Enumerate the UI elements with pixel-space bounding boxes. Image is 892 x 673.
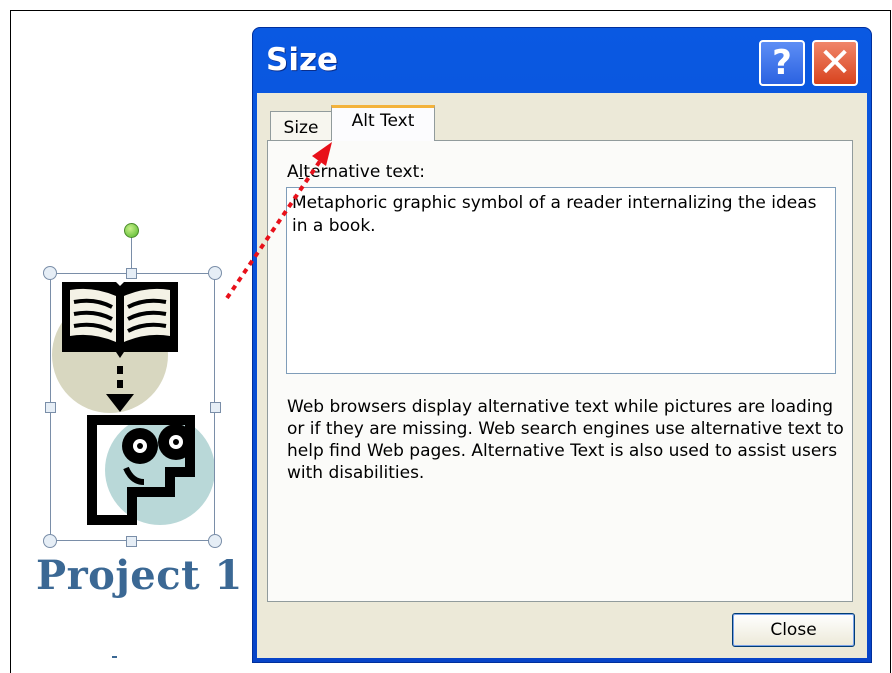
close-button[interactable]: Close bbox=[732, 613, 855, 647]
label-first-letter: A bbox=[287, 162, 299, 182]
resize-handle-bottom-right[interactable] bbox=[208, 534, 222, 548]
close-icon[interactable]: ✕ bbox=[812, 40, 858, 86]
resize-handle-bottom-left[interactable] bbox=[43, 534, 57, 548]
size-dialog: Size ? ✕ Size Alt Text Alternative text:… bbox=[252, 27, 872, 663]
resize-handle-top-right[interactable] bbox=[208, 266, 222, 280]
resize-handle-bottom[interactable] bbox=[126, 536, 137, 547]
alt-text-help: Web browsers display alternative text wh… bbox=[287, 397, 844, 483]
resize-handle-top[interactable] bbox=[126, 268, 137, 279]
dialog-body: Size Alt Text Alternative text: Metaphor… bbox=[257, 93, 867, 658]
resize-handle-left[interactable] bbox=[45, 402, 56, 413]
resize-handle-right[interactable] bbox=[210, 402, 221, 413]
alt-text-panel: Alternative text: Metaphoric graphic sym… bbox=[267, 140, 853, 602]
alternative-text-field[interactable]: Metaphoric graphic symbol of a reader in… bbox=[286, 187, 836, 374]
label-rest: ternative text: bbox=[303, 162, 425, 182]
dialog-title: Size bbox=[266, 42, 339, 78]
help-button[interactable]: ? bbox=[759, 40, 805, 86]
dialog-titlebar[interactable]: Size ? ✕ bbox=[257, 28, 867, 93]
selected-picture[interactable] bbox=[40, 220, 230, 550]
rotation-handle[interactable] bbox=[124, 223, 139, 238]
selection-border bbox=[50, 273, 215, 541]
resize-handle-top-left[interactable] bbox=[43, 266, 57, 280]
alternative-text-label: Alternative text: bbox=[287, 162, 425, 182]
project-title: Project 1 bbox=[36, 552, 243, 599]
tab-alt-text[interactable]: Alt Text bbox=[331, 105, 435, 141]
text-fragment-dash bbox=[112, 656, 117, 658]
tab-size[interactable]: Size bbox=[270, 111, 332, 140]
